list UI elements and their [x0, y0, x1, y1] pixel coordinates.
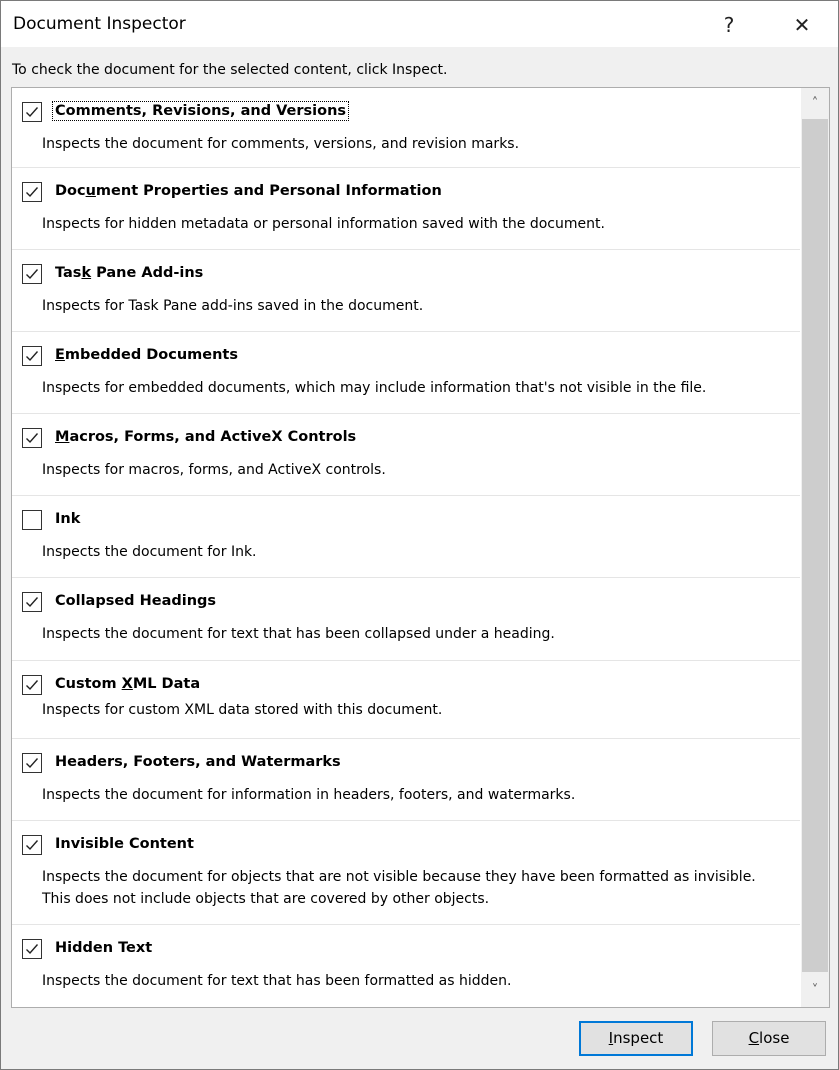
label-text: Headers, Footers, and Watermarks	[55, 754, 341, 770]
checkbox[interactable]	[22, 510, 42, 530]
checkmark-icon	[26, 187, 39, 198]
list-item: Comments, Revisions, and Versions Inspec…	[12, 88, 800, 168]
checkbox[interactable]	[22, 939, 42, 959]
item-description: Inspects for hidden metadata or personal…	[42, 216, 605, 232]
inspect-button[interactable]: Inspect	[579, 1021, 693, 1056]
item-label[interactable]: Custom XML Data	[53, 675, 202, 693]
item-label[interactable]: Macros, Forms, and ActiveX Controls	[53, 428, 358, 446]
item-label[interactable]: Invisible Content	[53, 835, 196, 853]
close-button[interactable]: Close	[712, 1021, 826, 1056]
item-label[interactable]: Ink	[53, 510, 82, 528]
label-text: Pane Add-ins	[91, 265, 204, 281]
item-label[interactable]: Comments, Revisions, and Versions	[51, 101, 350, 121]
label-text: mbedded Documents	[64, 347, 238, 363]
list-item: Custom XML Data Inspects for custom XML …	[12, 661, 800, 739]
access-key: M	[55, 429, 70, 445]
item-label[interactable]: Hidden Text	[53, 939, 154, 957]
scrollbar[interactable]: ˄ ˅	[801, 88, 829, 1007]
item-description: Inspects the document for text that has …	[42, 973, 512, 989]
inspection-list: Hidden Text Inspects the document for te…	[11, 87, 830, 1008]
checkbox[interactable]	[22, 592, 42, 612]
label-text: Collapsed Headings	[55, 593, 217, 609]
access-key: X	[121, 676, 133, 692]
scroll-down-icon[interactable]: ˅	[801, 977, 829, 1005]
checkbox[interactable]	[22, 264, 42, 284]
checkbox[interactable]	[22, 675, 42, 695]
list-item: Task Pane Add-ins Inspects for Task Pane…	[12, 250, 800, 332]
checkmark-icon	[26, 269, 39, 280]
item-description: Inspects the document for comments, vers…	[42, 136, 520, 152]
item-label[interactable]: Collapsed Headings	[53, 592, 218, 610]
item-description: Inspects for embedded documents, which m…	[42, 380, 707, 396]
label-text: ment Properties and Personal Information	[95, 183, 442, 199]
checkbox[interactable]	[22, 102, 42, 122]
dialog-title: Document Inspector	[13, 14, 186, 34]
list-item: Document Properties and Personal Informa…	[12, 168, 800, 250]
item-description: Inspects the document for text that has …	[42, 626, 555, 642]
item-description: Inspects the document for Ink.	[42, 544, 257, 560]
document-inspector-dialog: Document Inspector ? ✕ To check the docu…	[0, 0, 839, 1070]
item-label[interactable]: Task Pane Add-ins	[53, 264, 205, 282]
label-text: ML Data	[132, 676, 201, 692]
label-text: Custom	[55, 676, 122, 692]
instruction-text: To check the document for the selected c…	[12, 62, 448, 78]
label-text: Comments, Revisions, and Versions	[55, 103, 347, 119]
list-item: Collapsed Headings Inspects the document…	[12, 578, 800, 661]
list-item: Macros, Forms, and ActiveX Controls Insp…	[12, 414, 800, 496]
scroll-up-icon[interactable]: ˄	[801, 90, 829, 118]
item-description: Inspects for Task Pane add-ins saved in …	[42, 298, 424, 314]
checkmark-icon	[26, 840, 39, 851]
list-item: Ink Inspects the document for Ink.	[12, 496, 800, 578]
button-label: lose	[759, 1029, 790, 1047]
checkmark-icon	[26, 433, 39, 444]
checkmark-icon	[26, 107, 39, 118]
checkmark-icon	[26, 597, 39, 608]
label-text: acros, Forms, and ActiveX Controls	[69, 429, 357, 445]
checkmark-icon	[26, 351, 39, 362]
list-item: Headers, Footers, and Watermarks Inspect…	[12, 739, 800, 821]
item-label[interactable]: Embedded Documents	[53, 346, 240, 364]
checkmark-icon	[26, 758, 39, 769]
access-key: k	[81, 265, 92, 281]
item-label[interactable]: Document Properties and Personal Informa…	[53, 182, 444, 200]
label-text: Invisible Content	[55, 836, 194, 852]
label-text: Doc	[55, 183, 86, 199]
close-icon[interactable]: ✕	[782, 9, 822, 41]
item-description: Inspects the document for information in…	[42, 787, 576, 803]
label-text: Ink	[55, 511, 81, 527]
access-key: E	[55, 347, 65, 363]
list-item: Hidden Text Inspects the document for te…	[12, 925, 800, 1007]
label-text: Tas	[55, 265, 82, 281]
help-button[interactable]: ?	[709, 9, 749, 41]
checkmark-icon	[26, 680, 39, 691]
label-text: Hidden Text	[55, 940, 153, 956]
checkmark-icon	[26, 944, 39, 955]
checkbox[interactable]	[22, 182, 42, 202]
list-item: Embedded Documents Inspects for embedded…	[12, 332, 800, 414]
checkbox[interactable]	[22, 346, 42, 366]
title-bar: Document Inspector ? ✕	[1, 1, 838, 47]
item-description: Inspects for macros, forms, and ActiveX …	[42, 462, 386, 478]
item-description: Inspects for custom XML data stored with…	[42, 702, 443, 718]
checkbox[interactable]	[22, 753, 42, 773]
item-description: Inspects the document for objects that a…	[42, 869, 756, 907]
button-label: nspect	[613, 1029, 664, 1047]
access-key: u	[85, 183, 96, 199]
checkbox[interactable]	[22, 835, 42, 855]
item-label[interactable]: Headers, Footers, and Watermarks	[53, 753, 343, 771]
checkbox[interactable]	[22, 428, 42, 448]
list-item: Invisible Content Inspects the document …	[12, 821, 800, 925]
access-key: C	[748, 1029, 760, 1047]
scrollbar-thumb[interactable]	[802, 119, 828, 972]
